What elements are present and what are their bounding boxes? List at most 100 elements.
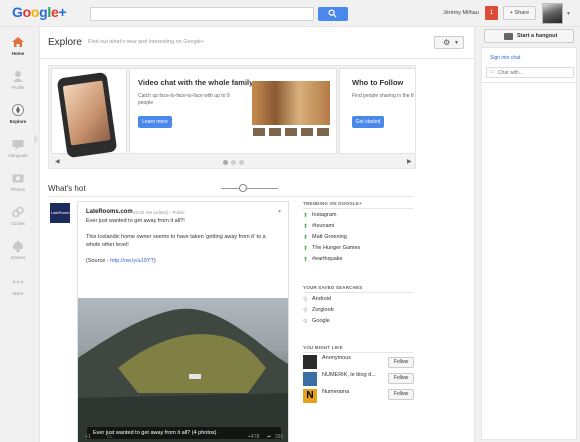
nav-label: Circles (11, 221, 25, 226)
trending-item[interactable]: #earthquake (312, 256, 343, 262)
feature-carousel: Video chat with the whole family Catch u… (48, 65, 416, 169)
post-text: This Icelandic home owner seems to have … (86, 234, 266, 240)
notification-badge[interactable]: 1 (485, 6, 498, 20)
trending-icon: ⬆ (303, 246, 309, 252)
settings-button[interactable]: ⚙ ▼ (434, 36, 464, 49)
participant-thumbnail (252, 127, 266, 137)
nav-label: Explore (9, 119, 27, 124)
trending-item[interactable]: #tsunami (312, 223, 334, 229)
nav-item-profile[interactable]: Profile (0, 69, 36, 99)
start-hangout-button[interactable]: Start a hangout (484, 29, 574, 43)
plus-one-total: +478 (248, 434, 260, 440)
comment-icon[interactable]: ▭ (107, 434, 112, 440)
follow-button[interactable]: Follow (388, 373, 414, 384)
search-input[interactable] (90, 7, 314, 21)
get-started-button[interactable]: Get started (352, 116, 384, 128)
suggestion-name[interactable]: Anonymous (322, 355, 351, 361)
carousel-next-arrow[interactable]: ▶ (407, 158, 412, 165)
nav-label: Photos (10, 187, 25, 192)
chevron-down-icon[interactable]: ▼ (566, 11, 571, 17)
nav-item-games[interactable]: Games (0, 239, 36, 269)
trending-icon: ⬆ (303, 257, 309, 263)
search-icon: ⚲ (303, 308, 308, 314)
trending-icon: ⬆ (303, 224, 309, 230)
nav-label: Profile (11, 85, 25, 90)
trending-icon: ⬆ (303, 235, 309, 241)
suggestion-name[interactable]: NUMERIK, le blog d... (322, 372, 376, 378)
hangout-icon (12, 140, 24, 150)
source-suffix: ) (153, 258, 156, 264)
nav-item-photos[interactable]: Photos (0, 171, 36, 201)
plus-one-button[interactable]: +1 (85, 434, 91, 440)
divider (303, 352, 413, 353)
slider-handle[interactable] (239, 184, 247, 192)
post-source: (Source - http://ow.ly/a19YT) (86, 258, 156, 265)
carousel-dot[interactable] (239, 160, 244, 165)
saved-search-item[interactable]: Android (312, 296, 331, 302)
post-menu-icon[interactable]: ▾ (278, 208, 281, 215)
share-button[interactable]: + Share (503, 6, 536, 20)
share-count: 291 (275, 434, 284, 440)
google-plus-logo[interactable]: Google+ (12, 4, 67, 20)
carousel-card-video-chat: Video chat with the whole family Catch u… (129, 68, 337, 154)
phone-illustration (56, 71, 118, 159)
suggestion-avatar[interactable]: N (303, 389, 317, 403)
post-meta: 10:30 AM (edited) - Public (133, 210, 185, 215)
you-might-like-title: YOU MIGHT LIKE (303, 345, 343, 350)
user-avatar[interactable] (542, 3, 563, 24)
hotness-slider[interactable] (221, 188, 278, 189)
family-video-chat-image (252, 81, 330, 125)
trending-item[interactable]: Matt Groening (312, 234, 347, 240)
participant-thumbnail (268, 127, 282, 137)
source-link[interactable]: http://ow.ly/a19YT (110, 258, 154, 264)
nav-label: More (12, 291, 24, 296)
suggestion-avatar[interactable] (303, 372, 317, 386)
card-title: Video chat with the whole family (138, 78, 254, 87)
chat-search-input[interactable] (498, 69, 568, 77)
suggestion-avatar[interactable] (303, 355, 317, 369)
explore-icon (12, 104, 24, 116)
circles-icon (12, 206, 24, 218)
nav-item-explore[interactable]: Explore (0, 103, 36, 133)
suggestion-name[interactable]: Numerama (322, 389, 349, 395)
chat-panel: Sign into chat ▭ (481, 47, 577, 440)
nav-item-more[interactable]: More (0, 275, 36, 305)
island-photo (78, 308, 288, 442)
divider (303, 208, 413, 209)
trending-icon: ⬆ (303, 213, 309, 219)
post-author-avatar[interactable]: LateRooms.com (50, 203, 70, 223)
post-photo[interactable]: Ever just wanted to get away from it all… (78, 298, 288, 442)
nav-item-circles[interactable]: Circles (0, 205, 36, 235)
learn-more-button[interactable]: Learn more (138, 116, 172, 128)
saved-search-item[interactable]: Google (312, 318, 330, 324)
post-text: whole other level! (86, 242, 129, 248)
profile-icon (13, 71, 23, 82)
search-icon (328, 9, 337, 18)
top-bar: Google+ Jérémy Milhau 1 + Share ▼ (0, 0, 580, 27)
nav-item-home[interactable]: Home (0, 35, 36, 65)
post-text: Ever just wanted to get away from it all… (86, 218, 185, 224)
saved-search-item[interactable]: Zorgloob (312, 307, 334, 313)
trending-item[interactable]: The Hunger Games (312, 245, 360, 251)
follow-button[interactable]: Follow (388, 389, 414, 400)
follow-button[interactable]: Follow (388, 357, 414, 368)
participant-thumbnail (300, 127, 314, 137)
nav-label: Games (10, 255, 26, 260)
divider (40, 58, 474, 59)
carousel-dot[interactable] (231, 160, 236, 165)
divider (482, 82, 576, 83)
carousel-dot[interactable] (223, 160, 228, 165)
sign-into-chat-link[interactable]: Sign into chat (490, 55, 520, 61)
nav-item-hangouts[interactable]: Hangouts (0, 137, 36, 167)
post-author[interactable]: LateRooms.com (86, 209, 133, 215)
username-link[interactable]: Jérémy Milhau (443, 10, 479, 16)
carousel-prev-arrow[interactable]: ◀ (55, 158, 60, 165)
chat-search-field[interactable]: ▭ (486, 67, 574, 78)
share-icon[interactable]: ➦ (267, 434, 271, 440)
search-button[interactable] (318, 7, 348, 21)
search-icon: ⚲ (303, 297, 308, 303)
saved-searches-title: YOUR SAVED SEARCHES (303, 285, 363, 290)
left-nav: Home Profile Explore Hangouts Photos Cir… (0, 27, 39, 442)
participant-thumbnail (316, 127, 330, 137)
trending-item[interactable]: Instagram (312, 212, 336, 218)
